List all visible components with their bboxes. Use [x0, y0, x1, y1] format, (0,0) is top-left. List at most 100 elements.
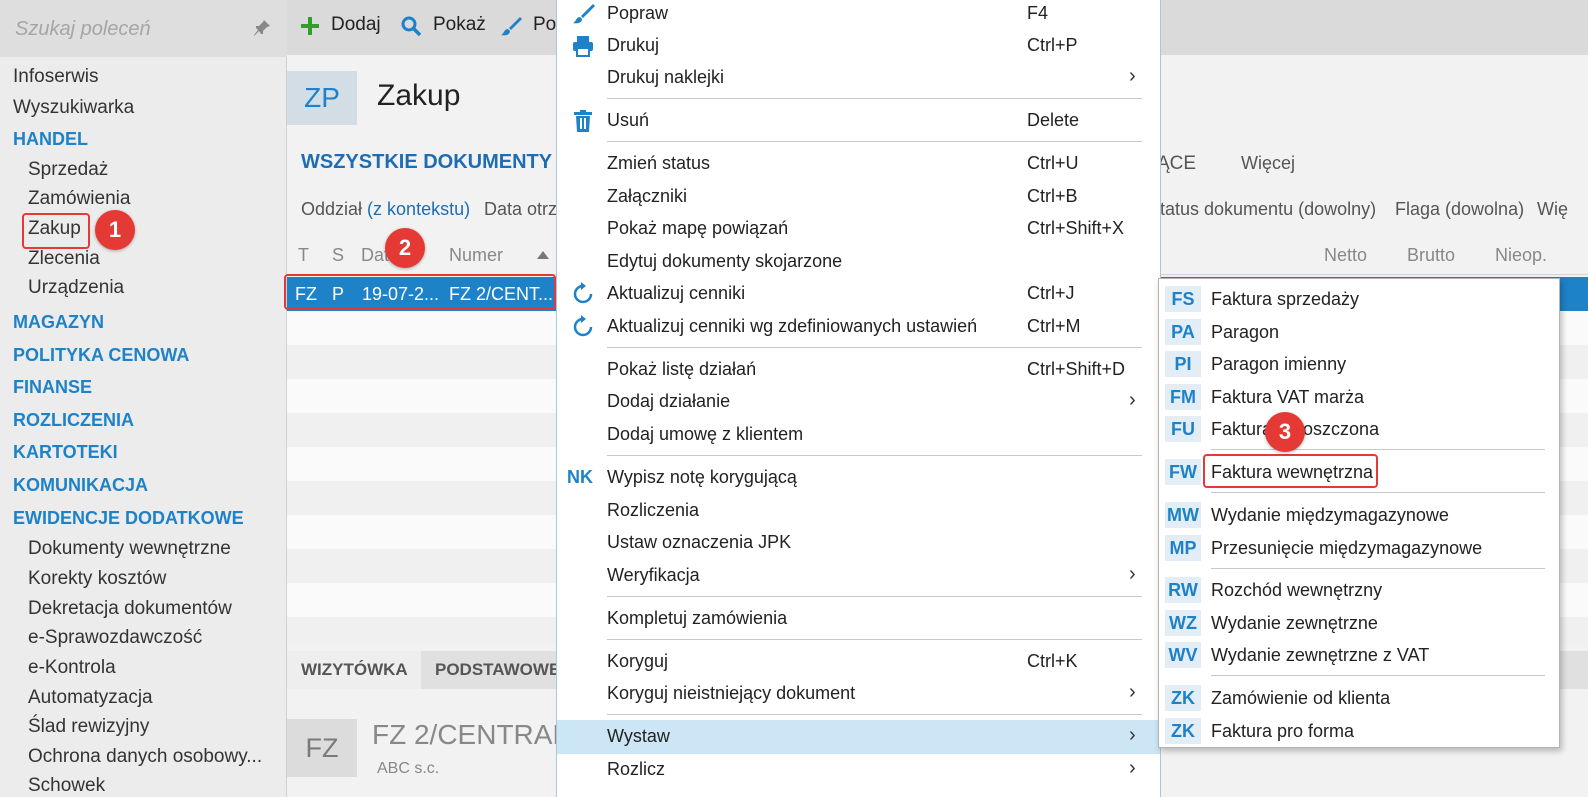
menu-item-nota-korygujaca[interactable]: NK Wypisz notę korygującą — [557, 462, 1160, 494]
menu-separator — [607, 714, 1142, 715]
command-search[interactable]: Szukaj poleceń — [0, 0, 287, 57]
menu-item-rozlicz[interactable]: Rozlicz › — [557, 754, 1160, 786]
menu-item-dodaj-dzialanie[interactable]: Dodaj działanie › — [557, 386, 1160, 418]
menu-item-aktualizuj-cenniki-wg[interactable]: Aktualizuj cenniki wg zdefiniowanych ust… — [557, 311, 1160, 343]
menu-item-shortcut: F4 — [1027, 3, 1049, 23]
sidebar-section-magazyn[interactable]: MAGAZYN — [13, 312, 104, 333]
sidebar-item-sprzedaz[interactable]: Sprzedaż — [28, 159, 108, 181]
sidebar-section-kartoteki[interactable]: KARTOTEKI — [13, 442, 118, 463]
menu-item-jpk[interactable]: Ustaw oznaczenia JPK — [557, 527, 1160, 559]
filter-branch-link[interactable]: (z kontekstu) — [367, 199, 470, 219]
menu-item-label: Dodaj umowę z klientem — [607, 424, 804, 444]
sidebar-item-korekty-kosztow[interactable]: Korekty kosztów — [28, 568, 166, 590]
filter-branch[interactable]: Oddział (z kontekstu) — [301, 199, 470, 220]
menu-item-drukuj[interactable]: Drukuj Ctrl+P — [557, 30, 1160, 62]
sidebar-item-ochrona-danych[interactable]: Ochrona danych osobowy... — [28, 746, 262, 768]
menu-item-label: Rozliczenia — [607, 500, 700, 520]
menu-item-label: Aktualizuj cenniki wg zdefiniowanych ust… — [607, 316, 978, 336]
filter-flag[interactable]: Flaga (dowolna) — [1395, 199, 1524, 220]
submenu-item-fm[interactable]: FM Faktura VAT marża — [1159, 381, 1559, 413]
edit-button[interactable]: Po — [533, 14, 556, 36]
menu-item-rozliczenia[interactable]: Rozliczenia — [557, 495, 1160, 527]
sidebar-item-dokumenty-wewnetrzne[interactable]: Dokumenty wewnętrzne — [28, 538, 231, 560]
sidebar-section-polityka-cenowa[interactable]: POLITYKA CENOWA — [13, 345, 189, 366]
col-header-s[interactable]: S — [332, 245, 344, 266]
menu-item-zmien-status[interactable]: Zmień status Ctrl+U — [557, 148, 1160, 180]
menu-item-drukuj-naklejki[interactable]: Drukuj naklejki › — [557, 62, 1160, 94]
menu-item-shortcut: Ctrl+Shift+X — [1027, 218, 1125, 238]
filter-date[interactable]: Data otrz — [484, 199, 557, 220]
menu-item-popraw[interactable]: Popraw F4 — [557, 0, 1160, 30]
sidebar-item-slad-rewizyjny[interactable]: Ślad rewizyjny — [28, 716, 149, 738]
sidebar-item-zlecenia[interactable]: Zlecenia — [28, 248, 100, 270]
doc-code-badge: FW — [1165, 459, 1201, 485]
sidebar-item-e-sprawozdawczosc[interactable]: e-Sprawozdawczość — [28, 627, 202, 649]
menu-item-dodaj-umowe[interactable]: Dodaj umowę z klientem — [557, 419, 1160, 451]
menu-item-edytuj-skojarzone[interactable]: Edytuj dokumenty skojarzone — [557, 246, 1160, 278]
tab-partial[interactable]: ĄCE — [1157, 153, 1196, 175]
sidebar-item-dekretacja[interactable]: Dekretacja dokumentów — [28, 598, 232, 620]
add-button[interactable]: Dodaj — [331, 14, 381, 36]
menu-item-mapa-powiazan[interactable]: Pokaż mapę powiązań Ctrl+Shift+X — [557, 213, 1160, 245]
sidebar-section-rozliczenia[interactable]: ROZLICZENIA — [13, 410, 134, 431]
submenu-item-rw[interactable]: RW Rozchód wewnętrzny — [1159, 574, 1559, 606]
menu-item-shortcut: Delete — [1027, 110, 1080, 130]
menu-item-koryguj[interactable]: Koryguj Ctrl+K — [557, 646, 1160, 678]
submenu-item-mp[interactable]: MP Przesunięcie międzymagazynowe — [1159, 532, 1559, 564]
tab-all-documents[interactable]: WSZYSTKIE DOKUMENTY — [301, 151, 552, 174]
menu-item-lista-dzialan[interactable]: Pokaż listę działań Ctrl+Shift+D — [557, 354, 1160, 386]
pin-icon[interactable] — [252, 18, 272, 38]
plus-icon[interactable] — [299, 15, 321, 37]
sidebar-item-schowek[interactable]: Schowek — [28, 775, 105, 797]
submenu-item-wv[interactable]: WV Wydanie zewnętrzne z VAT — [1159, 639, 1559, 671]
submenu-item-zk-proforma[interactable]: ZK Faktura pro forma — [1159, 715, 1559, 747]
col-header-brutto[interactable]: Brutto — [1407, 245, 1455, 266]
col-header-netto[interactable]: Netto — [1324, 245, 1367, 266]
menu-item-zalaczniki[interactable]: Załączniki Ctrl+B — [557, 181, 1160, 213]
sidebar-item-urzadzenia[interactable]: Urządzenia — [28, 277, 124, 299]
menu-item-koryguj-nieistniejacy[interactable]: Koryguj nieistniejący dokument › — [557, 678, 1160, 710]
menu-item-label: Wystaw — [607, 726, 670, 746]
menu-item-aktualizuj-cenniki[interactable]: Aktualizuj cenniki Ctrl+J — [557, 278, 1160, 310]
menu-item-wystaw[interactable]: Wystaw › — [557, 720, 1160, 754]
chevron-right-icon: › — [1129, 389, 1136, 411]
show-button[interactable]: Pokaż — [433, 14, 486, 36]
doc-code-badge: ZK — [1165, 718, 1201, 744]
sidebar-section-finanse[interactable]: FINANSE — [13, 377, 92, 398]
submenu-item-mw[interactable]: MW Wydanie międzymagazynowe — [1159, 499, 1559, 531]
submenu-separator — [1211, 449, 1545, 450]
sidebar-item-e-kontrola[interactable]: e-Kontrola — [28, 657, 116, 679]
menu-item-weryfikacja[interactable]: Weryfikacja › — [557, 560, 1160, 592]
tab-basic[interactable]: PODSTAWOWE — [435, 660, 560, 680]
filter-more[interactable]: Wię — [1537, 199, 1568, 220]
sidebar-section-handel[interactable]: HANDEL — [13, 129, 88, 150]
filter-status[interactable]: tatus dokumentu (dowolny) — [1160, 199, 1376, 220]
submenu-item-pa[interactable]: PA Paragon — [1159, 316, 1559, 348]
sort-asc-icon — [537, 251, 549, 259]
submenu-item-fu[interactable]: FU Faktura uproszczona — [1159, 413, 1559, 445]
sidebar-item-wyszukiwarka[interactable]: Wyszukiwarka — [13, 97, 134, 119]
tab-business-card[interactable]: WIZYTÓWKA — [301, 660, 408, 680]
menu-item-label: Zmień status — [607, 153, 711, 173]
search-icon[interactable] — [400, 15, 422, 37]
sidebar-item-zamowienia[interactable]: Zamówienia — [28, 188, 130, 210]
menu-item-shortcut: Ctrl+Shift+D — [1027, 359, 1126, 379]
col-header-unpaid[interactable]: Nieop. — [1495, 245, 1547, 266]
submenu-item-zk-order[interactable]: ZK Zamówienie od klienta — [1159, 682, 1559, 714]
menu-item-usun[interactable]: Usuń Delete — [557, 105, 1160, 137]
context-menu: Popraw F4 Drukuj Ctrl+P Drukuj naklejki … — [556, 0, 1161, 797]
step-callout-3: 3 — [1265, 412, 1305, 452]
submenu-item-pi[interactable]: PI Paragon imienny — [1159, 348, 1559, 380]
col-header-t[interactable]: T — [298, 245, 309, 266]
sidebar-item-infoserwis[interactable]: Infoserwis — [13, 66, 99, 88]
tab-more[interactable]: Więcej — [1241, 153, 1295, 174]
submenu-item-wz[interactable]: WZ Wydanie zewnętrzne — [1159, 607, 1559, 639]
menu-item-kompletuj[interactable]: Kompletuj zamówienia — [557, 603, 1160, 635]
submenu-item-fs[interactable]: FS Faktura sprzedaży — [1159, 283, 1559, 315]
brush-icon[interactable] — [500, 15, 522, 37]
sidebar-section-komunikacja[interactable]: KOMUNIKACJA — [13, 475, 148, 496]
doc-code-badge: PA — [1165, 319, 1201, 345]
sidebar-item-automatyzacja[interactable]: Automatyzacja — [28, 687, 153, 709]
sidebar-section-ewidencje[interactable]: EWIDENCJE DODATKOWE — [13, 508, 244, 529]
col-header-number[interactable]: Numer — [449, 245, 503, 266]
